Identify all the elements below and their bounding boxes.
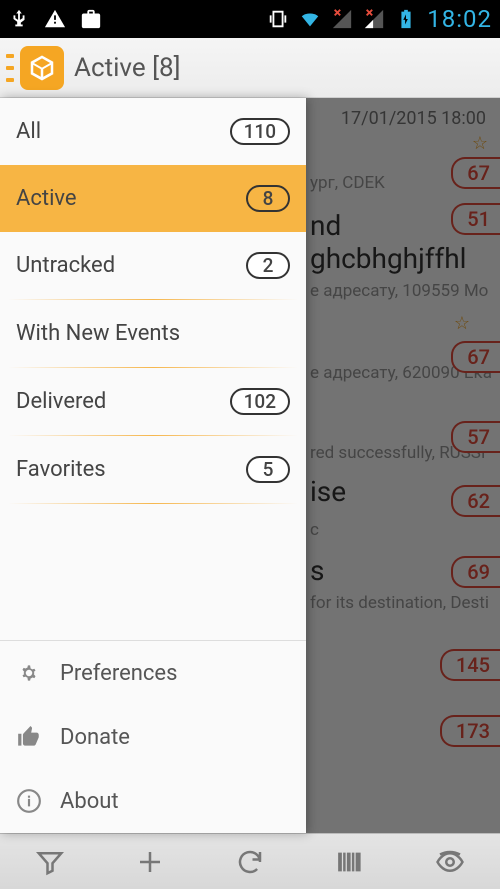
page-title: Active [8] bbox=[74, 53, 180, 83]
app-icon[interactable] bbox=[20, 46, 64, 90]
eye-icon bbox=[435, 847, 465, 877]
menu-label: Donate bbox=[60, 725, 130, 750]
watch-button[interactable] bbox=[400, 834, 500, 889]
menu-icon[interactable] bbox=[6, 48, 16, 88]
barcode-button[interactable] bbox=[300, 834, 400, 889]
filter-label: Active bbox=[16, 186, 77, 211]
filter-label: Delivered bbox=[16, 389, 106, 414]
wifi-icon bbox=[299, 8, 321, 30]
clock: 18:02 bbox=[427, 5, 492, 33]
signal-1-icon bbox=[331, 8, 353, 30]
bottom-toolbar bbox=[0, 833, 500, 889]
warning-icon bbox=[44, 8, 66, 30]
filter-favorites[interactable]: Favorites 5 bbox=[0, 436, 306, 503]
preferences-button[interactable]: Preferences bbox=[0, 641, 306, 705]
app-header: Active [8] bbox=[0, 38, 500, 98]
info-icon bbox=[16, 788, 42, 814]
filter-count: 102 bbox=[230, 388, 290, 415]
funnel-icon bbox=[35, 847, 65, 877]
thumbs-up-icon bbox=[16, 724, 42, 750]
menu-label: Preferences bbox=[60, 661, 177, 686]
filter-label: Untracked bbox=[16, 253, 115, 278]
filter-count: 8 bbox=[246, 185, 290, 212]
usb-icon bbox=[8, 8, 30, 30]
battery-charging-icon bbox=[395, 8, 417, 30]
filter-label: All bbox=[16, 119, 41, 144]
donate-button[interactable]: Donate bbox=[0, 705, 306, 769]
vibrate-icon bbox=[267, 8, 289, 30]
gear-icon bbox=[16, 660, 42, 686]
navigation-drawer: All 110 Active 8 Untracked 2 With New Ev… bbox=[0, 98, 306, 833]
filter-label: Favorites bbox=[16, 457, 106, 482]
filter-active[interactable]: Active 8 bbox=[0, 165, 306, 232]
filter-count: 110 bbox=[230, 118, 290, 145]
filter-button[interactable] bbox=[0, 834, 100, 889]
signal-2-icon bbox=[363, 8, 385, 30]
filter-untracked[interactable]: Untracked 2 bbox=[0, 232, 306, 299]
filter-count: 2 bbox=[246, 252, 290, 279]
add-button[interactable] bbox=[100, 834, 200, 889]
menu-label: About bbox=[60, 789, 119, 814]
store-icon bbox=[80, 8, 102, 30]
plus-icon bbox=[135, 847, 165, 877]
filter-count: 5 bbox=[246, 456, 290, 483]
refresh-icon bbox=[235, 847, 265, 877]
status-bar: 18:02 bbox=[0, 0, 500, 38]
filter-new-events[interactable]: With New Events bbox=[0, 300, 306, 367]
filter-label: With New Events bbox=[16, 321, 180, 346]
about-button[interactable]: About bbox=[0, 769, 306, 833]
refresh-button[interactable] bbox=[200, 834, 300, 889]
barcode-icon bbox=[335, 847, 365, 877]
filter-delivered[interactable]: Delivered 102 bbox=[0, 368, 306, 435]
filter-all[interactable]: All 110 bbox=[0, 98, 306, 165]
